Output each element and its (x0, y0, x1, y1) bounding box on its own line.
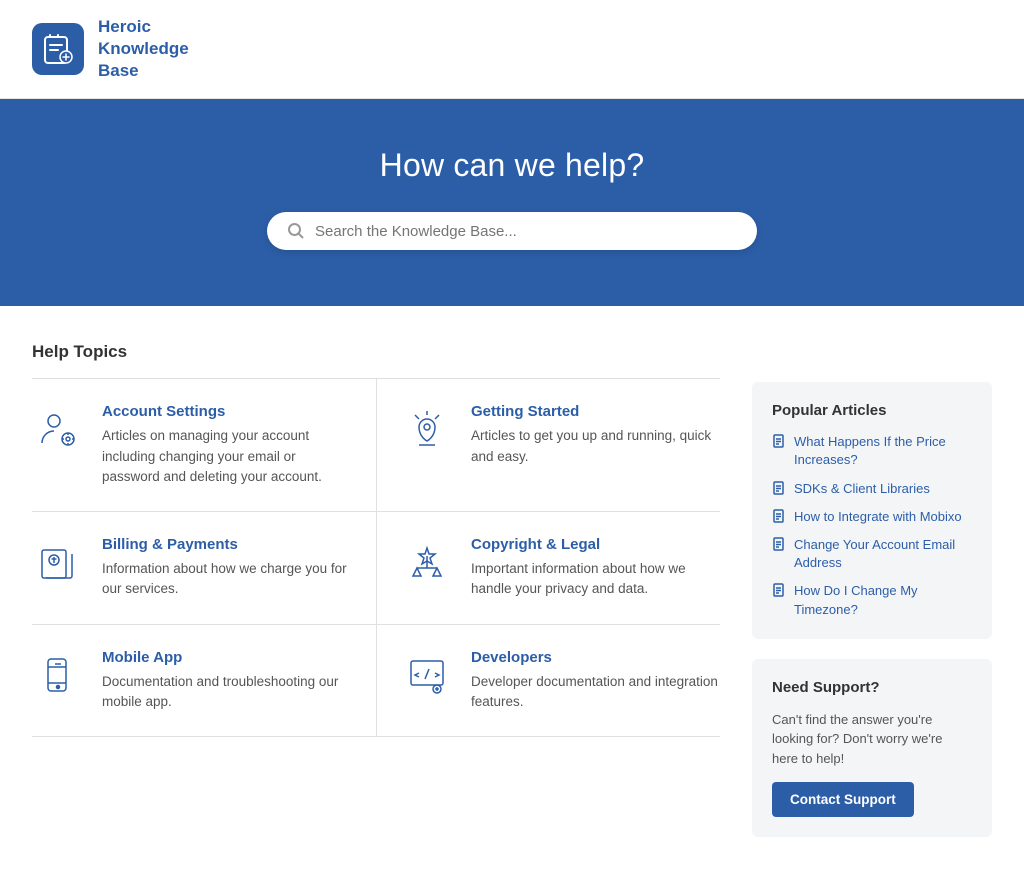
logo-icon[interactable] (32, 23, 84, 75)
popular-articles-card: Popular Articles What Happens If the Pri… (752, 382, 992, 639)
topic-text-developers: Developers Developer documentation and i… (471, 649, 720, 713)
need-support-description: Can't find the answer you're looking for… (772, 710, 972, 769)
mobile-icon (32, 649, 84, 701)
content-area: Help Topics Account Settings Articles on (32, 342, 720, 837)
topic-item-account-settings[interactable]: Account Settings Articles on managing yo… (32, 379, 376, 512)
search-icon (287, 222, 305, 240)
article-icon (772, 537, 786, 551)
topic-text-account-settings: Account Settings Articles on managing yo… (102, 403, 352, 487)
account-settings-icon (32, 403, 84, 455)
help-topics-title: Help Topics (32, 342, 720, 362)
need-support-title: Need Support? (772, 679, 972, 696)
developers-icon (401, 649, 453, 701)
main-content: Help Topics Account Settings Articles on (0, 306, 1024, 885)
article-icon (772, 481, 786, 495)
site-header: Heroic Knowledge Base (0, 0, 1024, 99)
topic-text-mobile: Mobile App Documentation and troubleshoo… (102, 649, 352, 713)
popular-article-item[interactable]: How to Integrate with Mobixo (772, 508, 972, 526)
need-support-card: Need Support? Can't find the answer you'… (752, 659, 992, 838)
popular-article-item[interactable]: What Happens If the Price Increases? (772, 433, 972, 469)
getting-started-icon (401, 403, 453, 455)
topic-text-getting-started: Getting Started Articles to get you up a… (471, 403, 720, 467)
search-bar (267, 212, 757, 250)
sidebar: Popular Articles What Happens If the Pri… (752, 382, 992, 837)
popular-article-item[interactable]: How Do I Change My Timezone? (772, 582, 972, 618)
topic-item-legal[interactable]: Copyright & Legal Important information … (376, 512, 720, 625)
topic-item-billing[interactable]: Billing & Payments Information about how… (32, 512, 376, 625)
hero-section: How can we help? (0, 99, 1024, 306)
billing-icon (32, 536, 84, 588)
topic-text-billing: Billing & Payments Information about how… (102, 536, 352, 600)
contact-support-button[interactable]: Contact Support (772, 782, 914, 817)
popular-article-item[interactable]: Change Your Account Email Address (772, 536, 972, 572)
topic-item-getting-started[interactable]: Getting Started Articles to get you up a… (376, 379, 720, 512)
topic-item-mobile[interactable]: Mobile App Documentation and troubleshoo… (32, 625, 376, 738)
article-icon (772, 434, 786, 448)
topic-item-developers[interactable]: Developers Developer documentation and i… (376, 625, 720, 738)
legal-icon (401, 536, 453, 588)
popular-article-item[interactable]: SDKs & Client Libraries (772, 480, 972, 498)
topic-text-legal: Copyright & Legal Important information … (471, 536, 720, 600)
article-icon (772, 583, 786, 597)
article-icon (772, 509, 786, 523)
popular-articles-list: What Happens If the Price Increases? SDK… (772, 433, 972, 619)
popular-articles-title: Popular Articles (772, 402, 972, 419)
hero-title: How can we help? (32, 147, 992, 184)
topics-grid: Account Settings Articles on managing yo… (32, 379, 720, 737)
logo-text: Heroic Knowledge Base (98, 16, 189, 82)
search-input[interactable] (315, 223, 737, 240)
